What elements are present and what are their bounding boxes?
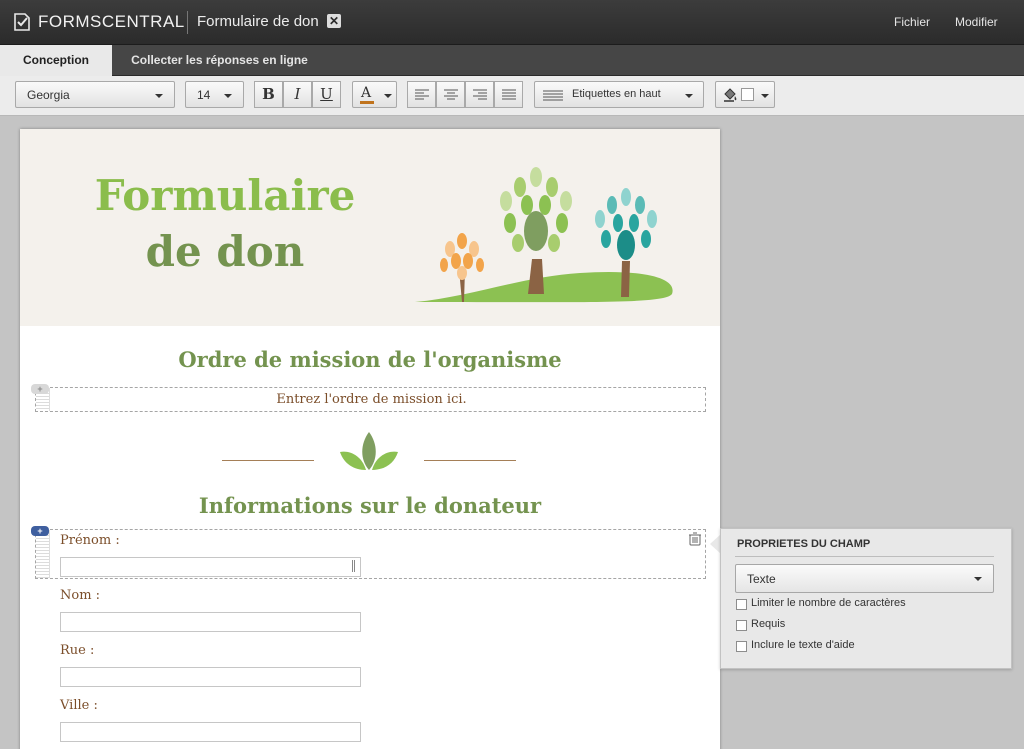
font-family-select[interactable]: Georgia <box>15 81 175 108</box>
menu-file[interactable]: Fichier <box>894 15 930 29</box>
title-separator <box>187 11 188 34</box>
field-type-value: Texte <box>747 572 776 586</box>
drag-handle[interactable] <box>36 530 50 578</box>
chevron-down-icon <box>974 577 982 581</box>
label-position-select[interactable]: Etiquettes en haut <box>534 81 704 108</box>
divider-line-right <box>424 460 516 461</box>
street-input[interactable] <box>60 667 361 687</box>
fill-color-swatch <box>741 88 754 101</box>
font-size-select[interactable]: 14 <box>185 81 244 108</box>
tab-bar: Conception Collecter les réponses en lig… <box>0 45 1024 76</box>
document-title[interactable]: Formulaire de don <box>197 13 319 30</box>
properties-divider <box>735 556 994 557</box>
properties-title: PROPRIETES DU CHAMP <box>737 538 871 550</box>
text-color-button[interactable]: A <box>352 81 397 108</box>
font-family-value: Georgia <box>27 88 70 102</box>
field-type-select[interactable]: Texte <box>735 564 994 593</box>
label-position-value: Etiquettes en haut <box>572 88 661 100</box>
tab-design[interactable]: Conception <box>0 45 112 76</box>
donor-heading[interactable]: Informations sur le donateur <box>20 493 720 518</box>
field-label-city: Ville : <box>60 698 98 713</box>
leaf-icon <box>340 432 398 470</box>
limit-chars-checkbox[interactable] <box>736 599 747 610</box>
fill-color-button[interactable] <box>715 81 775 108</box>
required-checkbox[interactable] <box>736 620 747 631</box>
plus-icon[interactable]: + <box>31 384 49 394</box>
city-input[interactable] <box>60 722 361 742</box>
top-bar: FORMSCENTRAL Formulaire de don ✕ Fichier… <box>0 0 1024 45</box>
formatting-toolbar: Georgia 14 B I U A Etiquettes en haut <box>0 76 1024 116</box>
resize-handle-icon[interactable] <box>352 560 355 572</box>
chevron-down-icon <box>685 94 693 98</box>
check-document-icon <box>14 13 30 31</box>
tab-collect-responses[interactable]: Collecter les réponses en ligne <box>114 45 325 76</box>
chevron-down-icon <box>384 94 392 98</box>
align-justify-button[interactable] <box>494 81 523 108</box>
font-size-value: 14 <box>197 88 211 102</box>
text-color-glyph: A <box>361 85 372 101</box>
mission-heading[interactable]: Ordre de mission de l'organisme <box>20 347 720 372</box>
plus-icon[interactable]: + <box>31 526 49 536</box>
field-label-lastname: Nom : <box>60 588 101 603</box>
text-color-swatch <box>360 101 374 104</box>
trees-illustration-icon <box>415 167 673 303</box>
align-right-button[interactable] <box>465 81 494 108</box>
paint-bucket-icon <box>724 88 737 102</box>
form-canvas: Formulaire de don Ordre de mission de l'… <box>20 129 720 749</box>
app-brand: FORMSCENTRAL <box>38 12 185 31</box>
align-center-button[interactable] <box>436 81 465 108</box>
field-label-street: Rue : <box>60 643 95 658</box>
lastname-input[interactable] <box>60 612 361 632</box>
mission-statement-block[interactable]: Entrez l'ordre de mission ici. <box>35 387 706 412</box>
trash-icon[interactable] <box>688 532 702 546</box>
close-document-icon[interactable]: ✕ <box>327 14 341 28</box>
banner-title-line1: Formulaire <box>94 171 356 220</box>
bold-button[interactable]: B <box>254 81 283 108</box>
align-left-button[interactable] <box>407 81 436 108</box>
required-label[interactable]: Requis <box>751 618 785 630</box>
italic-button[interactable]: I <box>283 81 312 108</box>
field-label-firstname: Prénom : <box>60 533 120 548</box>
chevron-down-icon <box>155 94 163 98</box>
chevron-down-icon <box>224 94 232 98</box>
banner-title-line2: de don <box>145 227 305 276</box>
chevron-down-icon <box>761 94 769 98</box>
firstname-input[interactable] <box>60 557 361 577</box>
divider-line-left <box>222 460 314 461</box>
limit-chars-label[interactable]: Limiter le nombre de caractères <box>751 597 906 609</box>
underline-button[interactable]: U <box>312 81 341 108</box>
label-position-icon <box>543 90 563 101</box>
menu-edit[interactable]: Modifier <box>955 15 998 29</box>
help-text-checkbox[interactable] <box>736 641 747 652</box>
help-text-label[interactable]: Inclure le texte d'aide <box>751 639 855 651</box>
field-properties-panel: PROPRIETES DU CHAMP Texte Limiter le nom… <box>720 528 1012 669</box>
form-banner: Formulaire de don <box>20 129 720 326</box>
mission-placeholder[interactable]: Entrez l'ordre de mission ici. <box>36 392 707 407</box>
